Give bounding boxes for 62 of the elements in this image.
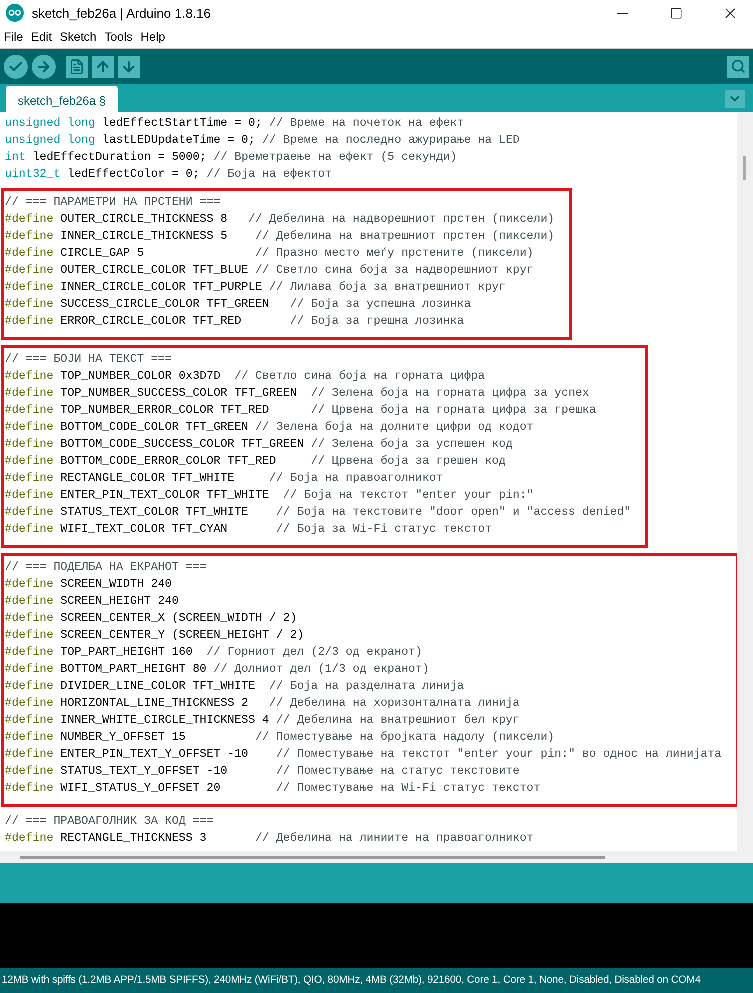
code-line: #define INNER_CIRCLE_THICKNESS 5 // Дебелина на внатрешниот прстен (пиксели)	[5, 229, 555, 245]
code-line: uint32_t ledEffectColor = 0; // Боја на ефектот	[5, 167, 334, 183]
code-line: #define HORIZONTAL_LINE_THICKNESS 2 // Дебелина на хоризонталната линија	[5, 696, 521, 712]
magnifier-icon	[730, 59, 746, 74]
window-title: sketch_feb26a | Arduino 1.8.16	[32, 6, 212, 20]
code-line: #define SCREEN_HEIGHT 240	[5, 594, 180, 610]
code-line: #define SCREEN_CENTER_X (SCREEN_WIDTH / 2)	[5, 611, 298, 627]
code-line: #define NUMBER_Y_OFFSET 15 // Поместување на бројката надолу (пиксели)	[5, 730, 556, 746]
code-line: #define STATUS_TEXT_COLOR TFT_WHITE // Боја на текстовите "door open" и "access denied"	[5, 505, 632, 521]
code-line: #define SCREEN_CENTER_Y (SCREEN_HEIGHT / 2)	[5, 628, 306, 644]
sketch-tab[interactable]: sketch_feb26a §	[6, 86, 118, 112]
code-line: #define SCREEN_WIDTH 240	[5, 577, 173, 593]
board-status-text: 12MB with spiffs (1.2MB APP/1.5MB SPIFFS), 240MHz (WiFi/BT), QIO, 80MHz, 4MB (32Mb), 921600, Core 1, Core 1, None, Disabled, Disabled on COM4	[2, 975, 701, 986]
menu-item[interactable]: File	[4, 30, 24, 44]
app-logo-icon	[6, 4, 24, 22]
verify-button[interactable]	[4, 54, 28, 78]
menu-item[interactable]: Tools	[104, 30, 133, 44]
code-line: unsigned long ledEffectStartTime = 0; // Време на почеток на ефект	[5, 116, 466, 132]
code-line: #define INNER_CIRCLE_COLOR TFT_PURPLE // Лилава боја за внатрешниот круг	[5, 280, 507, 296]
open-button[interactable]	[92, 56, 114, 78]
code-line: #define WIFI_TEXT_COLOR TFT_CYAN // Боја за Wi-Fi статус текстот	[5, 522, 494, 538]
tab-menu-button[interactable]	[725, 90, 745, 108]
new-button[interactable]	[66, 56, 88, 78]
menu-item[interactable]: Edit	[31, 30, 52, 44]
code-line: #define STATUS_TEXT_Y_OFFSET -10 // Поместување на статус текстовите	[5, 764, 521, 780]
down-arrow-icon	[121, 58, 137, 74]
code-line: #define BOTTOM_CODE_SUCCESS_COLOR TFT_GREEN // Зелена боја за успешен код	[5, 437, 514, 453]
maximize-icon	[670, 6, 682, 20]
code-line: #define RECTANGLE_COLOR TFT_WHITE // Боја на правоаголникот	[5, 471, 444, 487]
code-line: #define BOTTOM_CODE_COLOR TFT_GREEN // Зелена боја на долните цифри од кодот	[5, 420, 535, 436]
code-line: #define TOP_NUMBER_SUCCESS_COLOR TFT_GREEN // Зелена боја на горната цифра за успех	[5, 386, 590, 402]
code-line: #define INNER_WHITE_CIRCLE_THICKNESS 4 // Дебелина на внатрешниот бел круг	[5, 713, 521, 729]
code-line: #define WIFI_STATUS_Y_OFFSET 20 // Поместување на Wi-Fi статус текстот	[5, 781, 542, 797]
document-icon	[69, 58, 85, 74]
save-button[interactable]	[118, 56, 140, 78]
code-line: #define RECTANGLE_THICKNESS 3 // Дебелина на линиите на правоаголникот	[5, 831, 534, 847]
code-line: #define OUTER_CIRCLE_THICKNESS 8 // Дебелина на надворешниот прстен (пиксели)	[5, 212, 555, 228]
code-line: unsigned long lastLEDUpdateTime = 0; // Време на последно ажурирање на LED	[5, 133, 520, 149]
code-line: #define BOTTOM_PART_HEIGHT 80 // Долниот дел (1/3 од екранот)	[5, 662, 430, 678]
code-line: #define ENTER_PIN_TEXT_Y_OFFSET -10 // Поместување на текстот "enter your pin:" во однос на линијата	[5, 747, 722, 763]
code-line: #define TOP_NUMBER_COLOR 0x3D7D // Светло сина боја на горната цифра	[5, 369, 486, 385]
horizontal-scrollbar[interactable]	[0, 851, 753, 863]
upload-button[interactable]	[32, 54, 56, 78]
code-line: #define CIRCLE_GAP 5 // Празно место меѓу прстените (пиксели)	[5, 246, 535, 262]
code-line: // === БОЈИ НА ТЕКСТ ===	[5, 352, 173, 368]
code-line: #define TOP_PART_HEIGHT 160 // Горниот дел (2/3 од екранот)	[5, 645, 424, 661]
code-line: // === ПРАВОАГОЛНИК ЗА КОД ===	[5, 814, 215, 830]
code-line: #define ERROR_CIRCLE_COLOR TFT_RED // Боја за грешна лозинка	[5, 314, 466, 330]
code-line: #define ENTER_PIN_TEXT_COLOR TFT_WHITE // Боја на текстот "enter your pin:"	[5, 488, 535, 504]
code-line: // === ПОДЕЛБА НА ЕКРАНОТ ===	[5, 560, 208, 576]
code-line: #define SUCCESS_CIRCLE_COLOR TFT_GREEN // Боја за успешна лозинка	[5, 297, 472, 313]
code-line: // === ПАРАМЕТРИ НА ПРСТЕНИ ===	[5, 195, 222, 211]
code-line: #define OUTER_CIRCLE_COLOR TFT_BLUE // Светло сина боја за надворешниот круг	[5, 263, 535, 279]
minimize-icon	[616, 12, 628, 14]
serial-monitor-button[interactable]	[727, 56, 749, 78]
menu-item[interactable]: Sketch	[60, 30, 97, 44]
vertical-scrollbar[interactable]	[737, 112, 753, 851]
code-line: #define TOP_NUMBER_ERROR_COLOR TFT_RED // Црвена боја на горната цифра за грешка	[5, 403, 598, 419]
code-line: int ledEffectDuration = 5000; // Времетраење на ефект (5 секунди)	[5, 150, 458, 166]
code-line: #define BOTTOM_CODE_ERROR_COLOR TFT_RED // Црвена боја за грешен код	[5, 454, 507, 470]
code-line: #define DIVIDER_LINE_COLOR TFT_WHITE // Боја на разделната линија	[5, 679, 466, 695]
menu-item[interactable]: Help	[140, 30, 166, 44]
